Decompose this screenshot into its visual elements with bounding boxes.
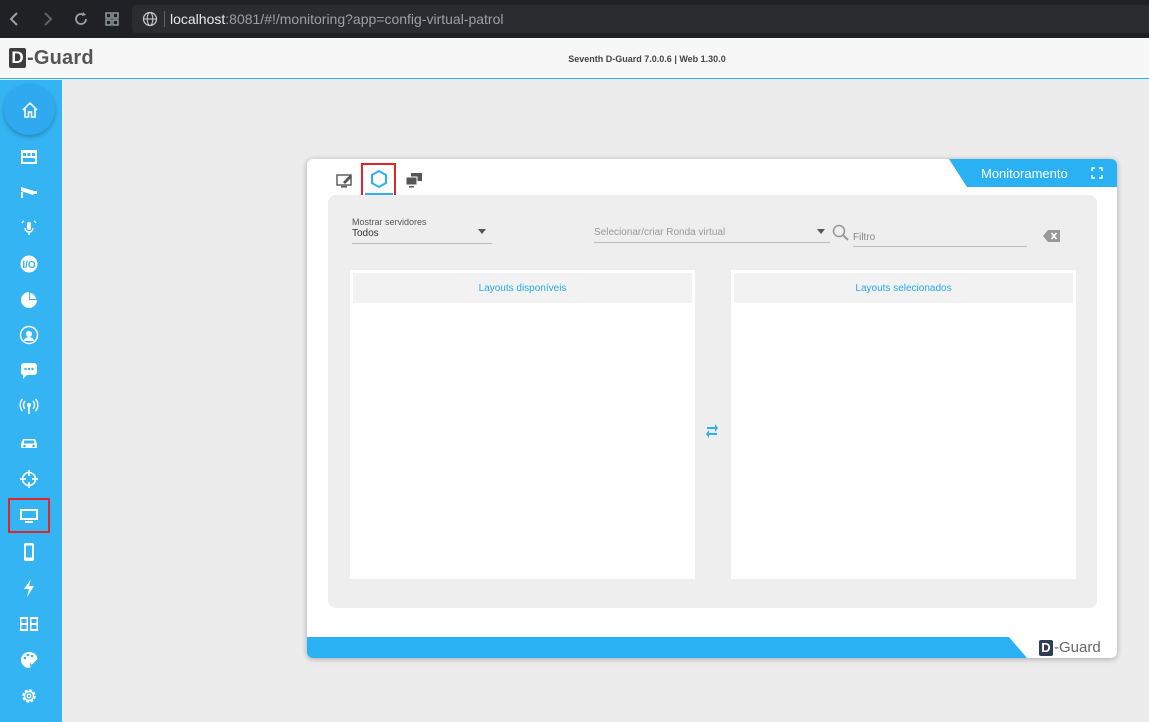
search-icon — [832, 224, 850, 247]
address-separator — [164, 11, 165, 27]
settings-icon — [22, 689, 36, 703]
sidebar-item-radio[interactable] — [14, 392, 44, 422]
patrol-select[interactable]: Selecionar/criar Ronda virtual — [594, 227, 725, 238]
sidebar-item-reports[interactable] — [14, 285, 44, 315]
servers-select[interactable]: Todos — [352, 228, 379, 239]
filter-underline — [853, 246, 1027, 247]
panel-title: Monitoramento — [981, 166, 1068, 181]
footer-logo: D -Guard — [1009, 637, 1117, 658]
sidebar-item-events[interactable] — [14, 573, 44, 603]
pie-chart-icon — [21, 292, 37, 308]
available-layouts-header: Layouts disponíveis — [353, 273, 692, 303]
patrol-dropdown-icon[interactable] — [817, 229, 825, 234]
sidebar-item-layouts[interactable] — [14, 609, 44, 639]
url-text[interactable]: localhost:8081/#!/monitoring?app=config-… — [170, 11, 504, 27]
network-icon — [21, 150, 37, 164]
available-layouts-list[interactable]: Layouts disponíveis — [350, 270, 695, 579]
home-icon — [21, 101, 38, 118]
lightning-icon — [24, 579, 34, 597]
monitor-edit-icon — [336, 174, 352, 188]
sidebar-item-ptz[interactable] — [14, 464, 44, 494]
reload-icon[interactable] — [71, 9, 91, 29]
tab-highlight-box — [361, 163, 396, 198]
servers-dropdown-icon[interactable] — [478, 229, 486, 234]
fullscreen-icon[interactable] — [1091, 166, 1103, 184]
sidebar-item-mobile[interactable] — [14, 537, 44, 567]
sidebar-item-chat[interactable] — [14, 356, 44, 386]
panel-footer — [307, 637, 1117, 658]
clear-filter-icon[interactable] — [1042, 229, 1062, 248]
headset-icon — [19, 325, 39, 345]
globe-icon — [142, 11, 158, 27]
car-icon — [21, 439, 37, 448]
sidebar-item-io[interactable]: I/O — [14, 249, 44, 279]
microphone-wifi-icon — [21, 220, 37, 235]
selected-layouts-list[interactable]: Layouts selecionados — [731, 270, 1076, 579]
smartphone-icon — [24, 543, 34, 561]
sidebar-item-audio[interactable] — [14, 213, 44, 243]
panel-title-ribbon: Monitoramento — [949, 159, 1117, 187]
filter-input[interactable]: Filtro — [853, 232, 875, 243]
sidebar-item-operator[interactable] — [14, 320, 44, 350]
apps-grid-icon[interactable] — [102, 9, 122, 29]
tab-monitor-config[interactable] — [331, 165, 359, 195]
servers-label: Mostrar servidores — [352, 217, 427, 227]
forward-icon[interactable] — [37, 9, 57, 29]
radio-signal-icon — [19, 398, 39, 414]
home-button[interactable] — [4, 84, 55, 135]
sidebar-item-network[interactable] — [14, 142, 44, 172]
io-icon: I/O — [20, 255, 38, 273]
layout-grid-icon — [20, 617, 38, 631]
transfer-arrows-icon[interactable] — [705, 421, 719, 446]
monitor-icon — [20, 508, 38, 523]
patrol-config-area: Mostrar servidores Todos Selecionar/cria… — [328, 195, 1097, 608]
address-bar[interactable]: localhost:8081/#!/monitoring?app=config-… — [132, 5, 1149, 33]
servers-underline — [352, 243, 492, 244]
monitoring-panel: Monitoramento Mostrar servidores Todos S… — [307, 159, 1117, 658]
back-icon[interactable] — [5, 9, 25, 29]
version-text: Seventh D-Guard 7.0.0.6 | Web 1.30.0 — [568, 54, 726, 64]
sidebar-item-monitoring[interactable] — [8, 498, 50, 533]
browser-toolbar: localhost:8081/#!/monitoring?app=config-… — [0, 0, 1149, 38]
camera-icon — [21, 187, 37, 198]
sidebar-item-appearance[interactable] — [14, 645, 44, 675]
sidebar-item-cameras[interactable] — [14, 177, 44, 207]
palette-icon — [21, 652, 38, 668]
chat-icon — [20, 363, 37, 379]
multi-monitor-icon — [405, 173, 422, 188]
tab-multi-monitor[interactable] — [400, 165, 428, 195]
target-icon — [20, 470, 38, 488]
svg-text:I/O: I/O — [22, 260, 36, 271]
sidebar-item-vehicles[interactable] — [14, 428, 44, 458]
selected-layouts-header: Layouts selecionados — [734, 273, 1073, 303]
sidebar-item-settings[interactable] — [14, 681, 44, 711]
patrol-select-underline — [594, 242, 830, 243]
